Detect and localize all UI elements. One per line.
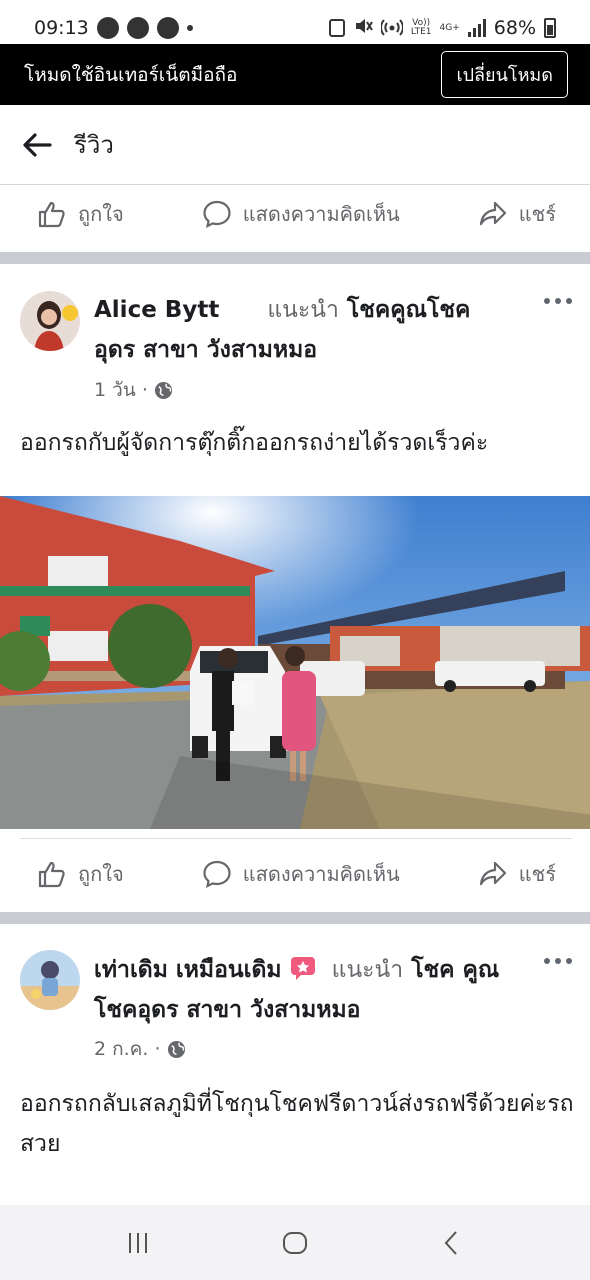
like-button[interactable]: ถูกใจ [36,198,124,230]
share-icon [479,201,506,226]
comment-icon [203,860,231,888]
recycle-icon [328,19,345,37]
action-bar-post-1: ถูกใจ แสดงความคิดเห็น แชร์ [0,840,590,908]
post-author-line: Alice Bytt แนะนำ โชคคูณโชค อุดร สาขา วัง… [94,290,514,370]
mute-icon [353,16,373,41]
share-icon [479,861,506,886]
system-nav-bar [0,1205,590,1280]
post-text: ออกรถกลับเสลภูมิที่โชกุนโชคฟรีดาวน์ส่งรถ… [20,1091,574,1157]
post-author-line: เท่าเดิม เหมือนเดิม แนะนำ โชค คูณโชคอุดร… [94,950,514,1030]
post-separator [20,838,572,839]
comment-icon [203,200,231,228]
action-bar-top: ถูกใจ แสดงความคิดเห็น แชร์ [0,180,590,248]
comment-button[interactable]: แสดงความคิดเห็น [201,858,400,890]
battery-percent: 68% [493,17,536,39]
status-time: 09:13 [34,17,89,39]
avatar[interactable] [20,291,80,351]
author-name[interactable]: Alice Bytt [94,297,219,323]
battery-icon [544,18,556,38]
author-name[interactable]: เท่าเดิม เหมือนเดิม [94,957,282,983]
share-label: แชร์ [518,862,556,886]
more-options-icon[interactable] [544,298,572,308]
post-meta: 2 ก.ค. · [94,1034,186,1064]
back-icon[interactable] [437,1228,467,1258]
comment-button[interactable]: แสดงความคิดเห็น [201,198,400,230]
post-meta: 1 วัน · [94,375,173,405]
page-title: รีวิว [74,131,114,159]
globe-icon [154,381,172,399]
share-label: แชร์ [518,202,556,226]
heart-badge-icon [290,957,315,980]
home-icon[interactable] [280,1228,310,1258]
feed-divider [0,912,590,924]
hotspot-icon [379,16,404,41]
like-button[interactable]: ถูกใจ [36,858,124,890]
recommends-text: แนะนำ [267,297,339,323]
volte-bottom: LTE1 [410,27,432,37]
like-label: ถูกใจ [78,862,124,886]
data-mode-text: โหมดใช้อินเทอร์เน็ตมือถือ [24,63,238,86]
signal-icon [467,19,486,37]
feed-divider [0,252,590,264]
like-label: ถูกใจ [78,202,124,226]
volte-indicator: Vo)) LTE1 [411,19,432,37]
post-text: ออกรถกับผู้จัดการตุ๊กติ๊กออกรถง่ายได้รวด… [20,430,489,456]
post-time[interactable]: 1 วัน · [94,375,148,405]
comment-label: แสดงความคิดเห็น [242,202,400,226]
globe-icon [167,1040,185,1058]
thumbs-up-icon [38,201,65,228]
post-time[interactable]: 2 ก.ค. · [94,1034,161,1064]
recent-apps-icon[interactable] [123,1228,153,1258]
post-photo[interactable] [0,496,590,829]
line-icon [126,17,149,39]
messenger-icon [96,17,119,39]
share-button[interactable]: แชร์ [477,858,556,890]
recommends-text: แนะนำ [331,957,404,983]
back-arrow-icon[interactable] [20,128,54,162]
avatar[interactable] [20,950,80,1010]
more-options-icon[interactable] [544,958,572,968]
status-left: 09:13 [34,17,193,39]
net-type: 4G+ [439,22,460,33]
page-header: รีวิว [0,105,590,185]
more-notifications-icon [186,25,193,31]
share-button[interactable]: แชร์ [477,198,556,230]
thumbs-up-icon [38,861,65,888]
data-mode-bar: โหมดใช้อินเทอร์เน็ตมือถือ เปลี่ยนโหมด [0,44,590,105]
comment-label: แสดงความคิดเห็น [242,862,400,886]
messenger-icon [156,17,179,39]
status-right: Vo)) LTE1 4G+ 68% [328,16,556,41]
switch-mode-button[interactable]: เปลี่ยนโหมด [441,51,568,98]
